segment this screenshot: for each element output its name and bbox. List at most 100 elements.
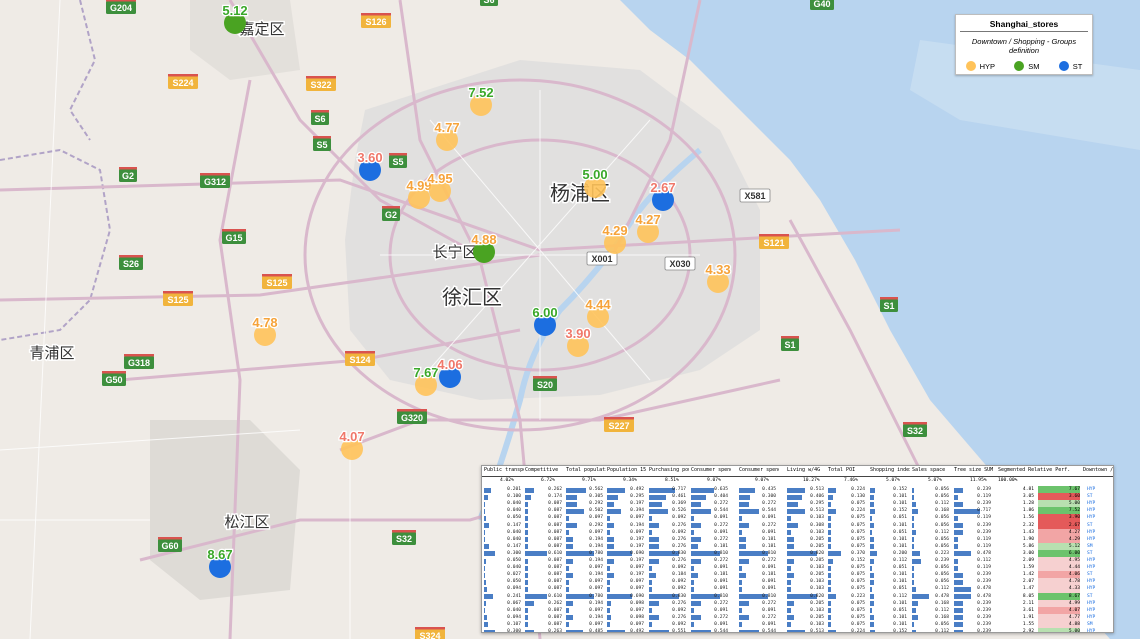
value-bar — [912, 572, 915, 578]
value-bar — [954, 601, 963, 607]
value-bar — [739, 515, 743, 521]
store-marker[interactable]: 4.06 — [436, 356, 464, 388]
summary-cell: 8.51% — [665, 478, 679, 483]
value-bar — [484, 508, 486, 514]
value-bar — [649, 523, 659, 528]
store-marker[interactable]: 4.27 — [634, 211, 662, 243]
route-shield-label: S5 — [316, 140, 327, 150]
value-bar — [649, 565, 653, 571]
value-bar — [787, 565, 791, 571]
cell-value: 0.544 — [714, 629, 728, 633]
value-bar — [828, 572, 831, 578]
store-marker[interactable]: 4.07 — [338, 428, 366, 460]
store-marker[interactable]: 4.77 — [433, 119, 461, 151]
store-marker[interactable]: 4.29 — [601, 222, 629, 254]
store-value-label: 4.06 — [437, 357, 462, 372]
value-bar — [828, 515, 831, 521]
summary-cell: 9.07% — [707, 478, 721, 483]
route-shield-label: G15 — [225, 233, 242, 243]
route-shield-top — [306, 76, 336, 79]
store-marker[interactable]: 3.60 — [356, 149, 384, 181]
value-bar — [484, 579, 486, 585]
store-marker[interactable]: 7.52 — [467, 84, 495, 116]
value-bar — [691, 608, 695, 614]
value-bar — [870, 515, 872, 521]
value-bar — [691, 537, 701, 543]
value-bar — [691, 601, 701, 607]
value-bar — [566, 601, 573, 607]
cell-value: 0.300 — [507, 629, 521, 633]
store-marker[interactable]: 4.33 — [704, 261, 732, 293]
value-bar — [739, 494, 750, 500]
value-bar — [787, 501, 798, 507]
route-shield: X001 — [586, 251, 618, 266]
route-shield-label: S227 — [608, 421, 629, 431]
store-marker[interactable]: 3.90 — [564, 325, 592, 357]
store-value-label: 5.12 — [222, 3, 247, 18]
route-shield-top — [389, 153, 407, 156]
route-shield-label: S20 — [537, 380, 553, 390]
value-bar — [954, 629, 963, 632]
route-shield-top — [163, 291, 193, 294]
route-shield-label: S1 — [883, 301, 894, 311]
table-cell: 0.112 — [910, 628, 951, 632]
value-bar — [691, 515, 695, 521]
value-bar — [691, 530, 695, 536]
store-marker[interactable]: 6.00 — [531, 304, 559, 336]
route-shield-label: S6 — [314, 114, 325, 124]
store-marker[interactable]: 2.67 — [649, 179, 677, 211]
store-marker[interactable]: 4.88 — [470, 231, 498, 263]
route-shield-label: G2 — [122, 171, 134, 181]
value-bar — [787, 579, 791, 585]
route-shield-label: X581 — [744, 191, 765, 201]
route-shield: G2 — [382, 206, 400, 221]
route-shield: S322 — [306, 76, 336, 91]
value-bar — [870, 537, 874, 543]
summary-cell: 100.00% — [998, 478, 1018, 483]
value-bar — [787, 572, 795, 578]
value-bar — [828, 629, 837, 632]
table-header-cell: Shopping index — [870, 467, 910, 473]
store-value-label: 4.07 — [339, 429, 364, 444]
store-metrics-table[interactable]: Public transportCompetitive Total populat… — [481, 465, 1114, 633]
store-value-label: 4.77 — [434, 120, 459, 135]
value-bar — [525, 629, 535, 632]
value-bar — [566, 572, 573, 578]
value-bar — [870, 558, 875, 564]
value-bar — [912, 579, 915, 585]
value-bar — [484, 530, 486, 536]
table-header-cell: Consumer spending — [691, 467, 731, 473]
store-value-label: 4.95 — [427, 171, 452, 186]
store-marker[interactable]: 4.78 — [251, 314, 279, 346]
value-bar — [525, 622, 529, 628]
value-bar — [870, 615, 874, 621]
store-marker[interactable]: 8.67 — [206, 546, 234, 578]
route-shield: G318 — [124, 354, 154, 369]
legend-item-st: ST — [1058, 61, 1083, 71]
value-bar — [566, 530, 570, 536]
value-bar — [525, 565, 529, 571]
value-bar — [525, 572, 529, 578]
store-marker[interactable]: 7.67 — [412, 364, 440, 396]
store-marker[interactable]: 5.00 — [581, 166, 609, 198]
value-bar — [912, 551, 921, 557]
cell-value: 0.551 — [672, 629, 686, 633]
store-value-label: 4.33 — [705, 262, 730, 277]
route-shield-top — [880, 297, 898, 300]
value-bar — [787, 601, 795, 607]
summary-cell: 9.07% — [755, 478, 769, 483]
value-bar — [691, 572, 698, 578]
value-bar — [828, 537, 831, 543]
value-bar — [912, 501, 917, 507]
value-bar — [828, 551, 842, 557]
value-bar — [954, 565, 959, 571]
table-row[interactable]: 0.300 0.263 0.485 0.492 0.551 0.544 0.544 0.513… — [482, 628, 1113, 633]
store-marker[interactable]: 4.95 — [426, 170, 454, 202]
legend-label: ST — [1072, 61, 1083, 71]
summary-cell: 11.95% — [970, 478, 987, 483]
value-bar — [484, 622, 488, 628]
store-marker[interactable]: 5.12 — [221, 2, 249, 34]
route-shield-top — [222, 229, 246, 232]
route-shield-top — [119, 255, 143, 258]
value-bar — [649, 615, 659, 621]
